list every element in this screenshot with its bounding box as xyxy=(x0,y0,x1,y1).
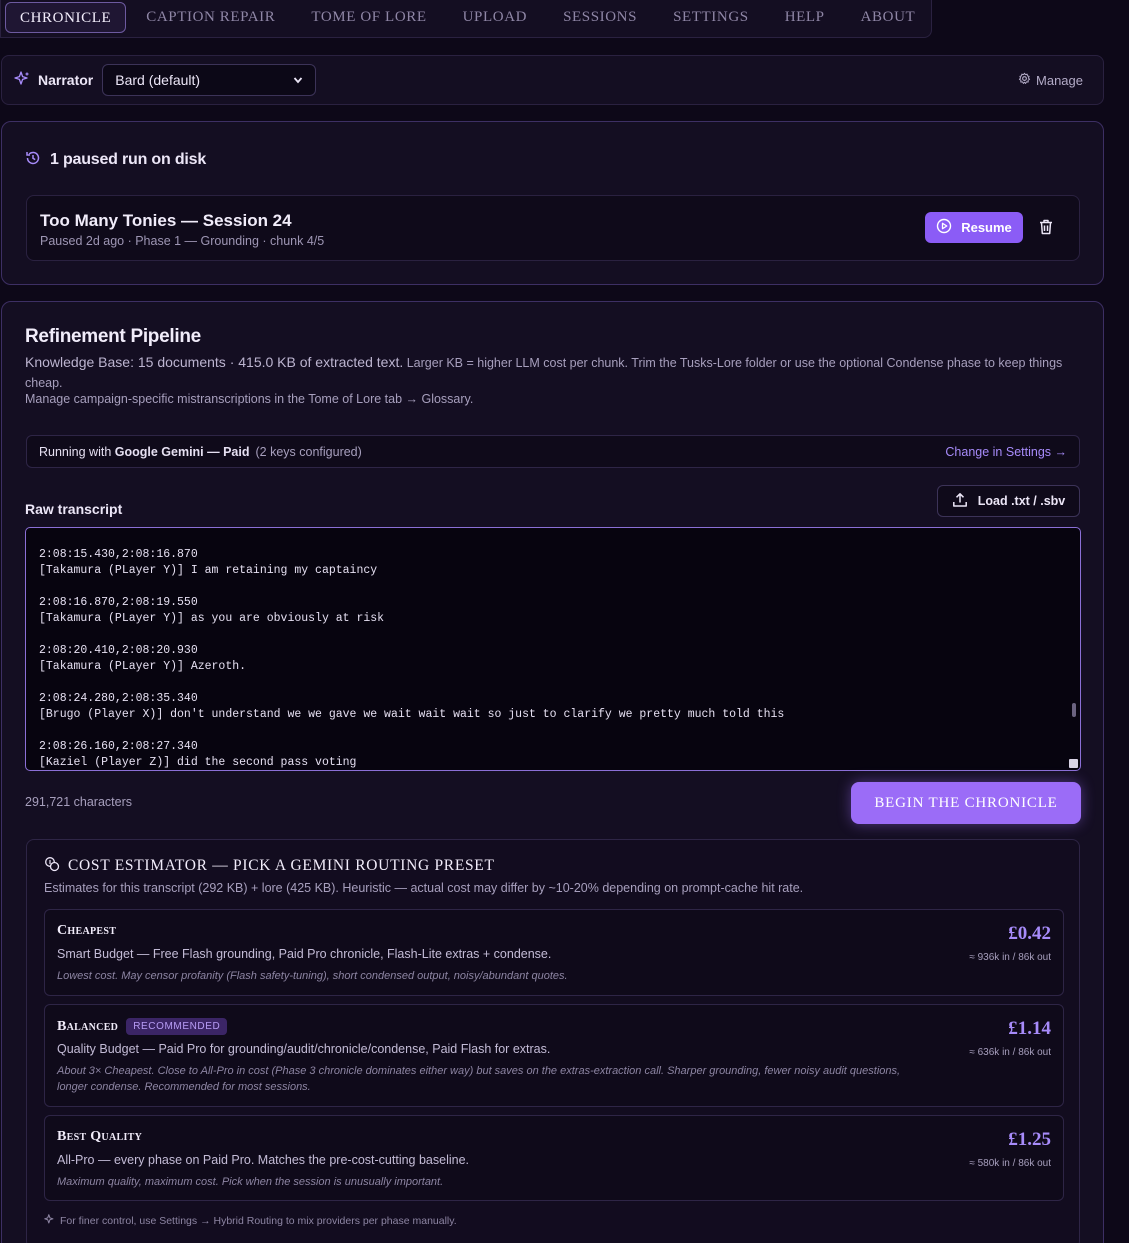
preset-name: Best Quality xyxy=(57,1129,143,1144)
tab-settings[interactable]: SETTINGS xyxy=(655,2,767,33)
pipeline-title: Refinement Pipeline xyxy=(25,326,201,347)
refinement-pipeline-card: Refinement Pipeline Knowledge Base: 15 d… xyxy=(1,301,1104,1243)
provider-status-bar: Running with Google Gemini — Paid (2 key… xyxy=(26,435,1080,468)
running-prefix: Running with xyxy=(39,444,112,459)
tab-chronicle[interactable]: CHRONICLE xyxy=(5,2,127,33)
running-provider: Google Gemini — Paid xyxy=(114,444,250,459)
tab-upload[interactable]: UPLOAD xyxy=(445,2,545,33)
finer-control-text: For finer control, use Settings → Hybrid… xyxy=(60,1215,457,1227)
resume-label: Resume xyxy=(961,220,1012,235)
narrator-selected-value: Bard (default) xyxy=(115,72,201,88)
tab-about[interactable]: ABOUT xyxy=(843,2,934,33)
manage-narrators-button[interactable]: Manage xyxy=(1018,72,1091,88)
preset-description: Smart Budget — Free Flash grounding, Pai… xyxy=(57,947,552,961)
preset-cheapest[interactable]: Cheapest Smart Budget — Free Flash groun… xyxy=(44,909,1064,996)
cost-estimator-subtitle: Estimates for this transcript (292 KB) +… xyxy=(44,881,804,895)
paused-run-title: Too Many Tonies — Session 24 xyxy=(40,211,292,230)
paused-runs-header: 1 paused run on disk xyxy=(25,150,206,169)
history-icon xyxy=(25,150,41,169)
tab-help[interactable]: HELP xyxy=(767,2,843,33)
paused-run-meta: Paused 2d ago · Phase 1 — Grounding · ch… xyxy=(40,234,325,248)
tab-caption-repair[interactable]: CAPTION REPAIR xyxy=(128,2,293,33)
preset-tokens: ≈ 636k in / 86k out xyxy=(969,1047,1051,1058)
chevron-down-icon xyxy=(293,72,303,88)
play-circle-icon xyxy=(936,218,952,237)
coins-icon xyxy=(44,856,60,875)
manage-label: Manage xyxy=(1036,72,1083,88)
glossary-note: Manage campaign-specific mistranscriptio… xyxy=(25,392,474,406)
preset-price: £0.42 xyxy=(1008,923,1051,944)
preset-name: Cheapest xyxy=(57,923,117,938)
tab-tome-of-lore[interactable]: TOME OF LORE xyxy=(293,2,444,33)
load-file-label: Load .txt / .sbv xyxy=(977,494,1066,508)
begin-chronicle-button[interactable]: BEGIN THE CHRONICLE xyxy=(851,782,1081,824)
resume-button[interactable]: Resume xyxy=(925,212,1023,243)
resize-handle[interactable] xyxy=(1069,759,1078,768)
finer-control-note: For finer control, use Settings → Hybrid… xyxy=(44,1214,457,1228)
paused-runs-card: 1 paused run on disk Too Many Tonies — S… xyxy=(1,121,1104,285)
sparkle-icon xyxy=(44,1214,55,1228)
running-keys: (2 keys configured) xyxy=(255,444,362,459)
narrator-label: Narrator xyxy=(38,72,94,88)
recommended-badge: RECOMMENDED xyxy=(126,1018,228,1035)
load-file-button[interactable]: Load .txt / .sbv xyxy=(937,485,1080,517)
preset-price: £1.14 xyxy=(1008,1018,1051,1039)
raw-transcript-label: Raw transcript xyxy=(25,501,123,517)
character-count: 291,721 characters xyxy=(25,795,133,809)
preset-note: Lowest cost. May censor profanity (Flash… xyxy=(57,970,568,982)
raw-transcript-textarea[interactable]: 2:08:15.430,2:08:16.870 [Takamura (PLaye… xyxy=(25,527,1081,771)
cost-estimator: COST ESTIMATOR — PICK A GEMINI ROUTING P… xyxy=(26,839,1080,1243)
preset-price: £1.25 xyxy=(1008,1129,1051,1150)
preset-name: Balanced xyxy=(57,1018,119,1034)
transcript-scrollbar[interactable] xyxy=(1072,703,1076,717)
preset-balanced[interactable]: Balanced RECOMMENDED Quality Budget — Pa… xyxy=(44,1004,1064,1107)
raw-transcript-text: 2:08:15.430,2:08:16.870 [Takamura (PLaye… xyxy=(39,548,785,769)
paused-runs-title: 1 paused run on disk xyxy=(50,150,207,168)
preset-note: Maximum quality, maximum cost. Pick when… xyxy=(57,1176,444,1188)
preset-description: Quality Budget — Paid Pro for grounding/… xyxy=(57,1042,551,1056)
sparkle-icon xyxy=(14,70,30,90)
preset-tokens: ≈ 580k in / 86k out xyxy=(969,1158,1051,1169)
cost-estimator-title: COST ESTIMATOR — PICK A GEMINI ROUTING P… xyxy=(68,856,495,874)
preset-tokens: ≈ 936k in / 86k out xyxy=(969,952,1051,963)
cost-estimator-header: COST ESTIMATOR — PICK A GEMINI ROUTING P… xyxy=(44,856,495,875)
tab-sessions[interactable]: SESSIONS xyxy=(545,2,655,33)
preset-description: All-Pro — every phase on Paid Pro. Match… xyxy=(57,1153,470,1167)
paused-run-item: Too Many Tonies — Session 24 Paused 2d a… xyxy=(26,195,1080,261)
knowledge-base-summary: Knowledge Base: 15 documents · 415.0 KB … xyxy=(25,354,404,370)
preset-note: About 3× Cheapest. Close to All-Pro in c… xyxy=(57,1065,901,1093)
change-in-settings-link[interactable]: Change in Settings → xyxy=(945,445,1067,459)
gear-icon xyxy=(1018,72,1031,88)
top-nav: CHRONICLE CAPTION REPAIR TOME OF LORE UP… xyxy=(0,0,932,38)
narrator-select[interactable]: Bard (default) xyxy=(102,64,317,96)
knowledge-base-description: Knowledge Base: 15 documents · 415.0 KB … xyxy=(25,352,1070,393)
upload-icon xyxy=(952,492,968,511)
trash-icon[interactable] xyxy=(1039,219,1053,238)
narrator-bar: Narrator Bard (default) Manage xyxy=(1,55,1104,105)
preset-best-quality[interactable]: Best Quality All-Pro — every phase on Pa… xyxy=(44,1115,1064,1201)
